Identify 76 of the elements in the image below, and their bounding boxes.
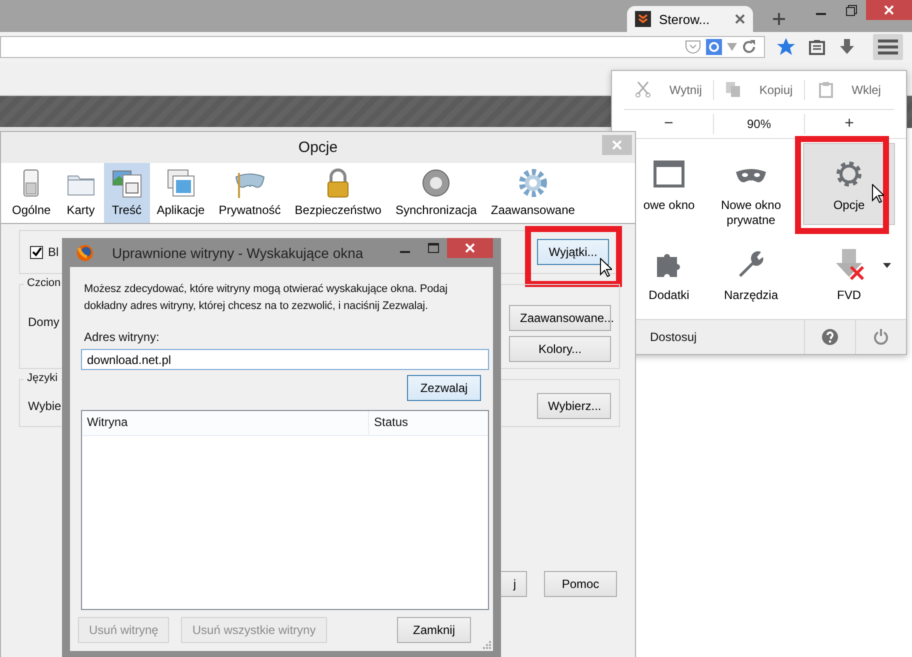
browser-tab[interactable]: Sterow... — [627, 6, 753, 32]
settings-tab[interactable]: Treść — [104, 163, 150, 223]
gear-icon — [836, 161, 862, 187]
settings-tab[interactable]: Karty — [58, 163, 104, 223]
mouse-cursor-icon — [872, 184, 884, 203]
zoom-out-button[interactable]: − — [624, 114, 714, 134]
minimize-icon — [816, 12, 826, 14]
puzzle-icon — [656, 251, 682, 277]
caret-icon[interactable] — [883, 263, 891, 268]
search-engine-icon[interactable] — [706, 39, 722, 55]
address-field[interactable]: download.net.pl — [81, 349, 489, 370]
dialog-title: Uprawnione witryny - Wyskakujące okna — [111, 244, 364, 260]
clipboard-icon[interactable] — [809, 39, 825, 55]
checkbox[interactable] — [30, 246, 43, 258]
close-icon — [612, 140, 622, 150]
settings-tab[interactable]: Prywatność — [212, 163, 288, 223]
menu-item[interactable]: FVD — [803, 233, 895, 315]
group-title: Języki — [24, 372, 61, 384]
wrench-icon — [738, 250, 764, 278]
gear-icon — [516, 167, 549, 199]
column-header[interactable]: Status — [369, 411, 414, 435]
window-title: Opcje — [298, 139, 338, 156]
firefox-icon — [76, 244, 94, 262]
allow-button[interactable]: Zezwalaj — [407, 375, 481, 401]
font-settings-button[interactable]: Zaawansowane... — [509, 305, 611, 331]
download-icon[interactable] — [839, 39, 855, 55]
menu-item[interactable]: Narzędzia — [703, 233, 799, 315]
settings-tab[interactable]: Zaawansowane — [484, 163, 582, 223]
restore-icon — [846, 4, 856, 16]
zoom-in-button[interactable]: + — [804, 114, 894, 134]
column-header[interactable]: Witryna — [82, 411, 369, 435]
field-label: Domy — [28, 315, 60, 331]
exceptions-button[interactable]: Wyjątki... — [537, 239, 609, 265]
star-icon[interactable] — [777, 38, 795, 56]
mouse-cursor-icon — [600, 258, 612, 277]
choose-button[interactable]: Wybierz... — [537, 393, 611, 419]
dialog-button[interactable]: Pomoc — [544, 571, 617, 597]
group-title: Czcion — [24, 277, 64, 289]
dialog-button[interactable]: Zamknij — [397, 617, 471, 643]
checkbox-label: Bl — [48, 245, 59, 259]
maximize-icon — [428, 243, 438, 253]
close-icon — [465, 243, 475, 253]
menu-button[interactable] — [873, 34, 903, 60]
dialog-button[interactable]: j — [500, 571, 527, 597]
field-label: Wybie — [28, 399, 62, 413]
pocket-icon[interactable] — [685, 40, 701, 54]
field-label: Adres witryny: — [83, 330, 160, 344]
settings-tab[interactable]: Bezpieczeństwo — [288, 163, 388, 223]
new-tab-icon[interactable] — [773, 13, 785, 25]
minimize-icon — [400, 250, 410, 252]
description-text: Możesz zdecydować, które witryny mogą otwierać wyskakujące okna. Podaj dokładny adres witryny, której chcesz na to zezwolić, i naciśnij Zezwalaj. — [83, 282, 448, 314]
zoom-level: 90% — [713, 114, 804, 134]
reload-icon[interactable] — [742, 40, 756, 54]
close-icon — [884, 5, 894, 15]
power-icon[interactable] — [873, 329, 889, 345]
close-button[interactable] — [866, 0, 912, 20]
copy-icon — [725, 81, 742, 98]
settings-tab[interactable]: Ogólne — [5, 163, 58, 223]
close-button[interactable] — [447, 238, 493, 258]
menu-item[interactable]: Dodatki — [639, 233, 699, 315]
settings-tab[interactable]: Synchronizacja — [388, 163, 484, 223]
favicon-icon — [635, 11, 651, 27]
menu-item[interactable]: Nowe okno prywatne — [703, 143, 799, 229]
settings-tab[interactable]: Aplikacje — [150, 163, 212, 223]
menu-item[interactable]: owe okno — [639, 143, 699, 225]
close-icon[interactable] — [735, 14, 745, 24]
menu-item[interactable]: Opcje — [803, 143, 895, 225]
app-window-icon — [164, 167, 197, 199]
scissors-icon — [635, 81, 652, 98]
url-field[interactable] — [0, 36, 765, 58]
resize-grip-icon[interactable] — [483, 641, 491, 649]
clipboard-icon — [818, 81, 834, 98]
help-icon[interactable] — [822, 329, 838, 345]
font-settings-button[interactable]: Kolory... — [509, 336, 611, 362]
window-icon — [653, 160, 685, 188]
download-arrow-icon — [834, 248, 864, 280]
